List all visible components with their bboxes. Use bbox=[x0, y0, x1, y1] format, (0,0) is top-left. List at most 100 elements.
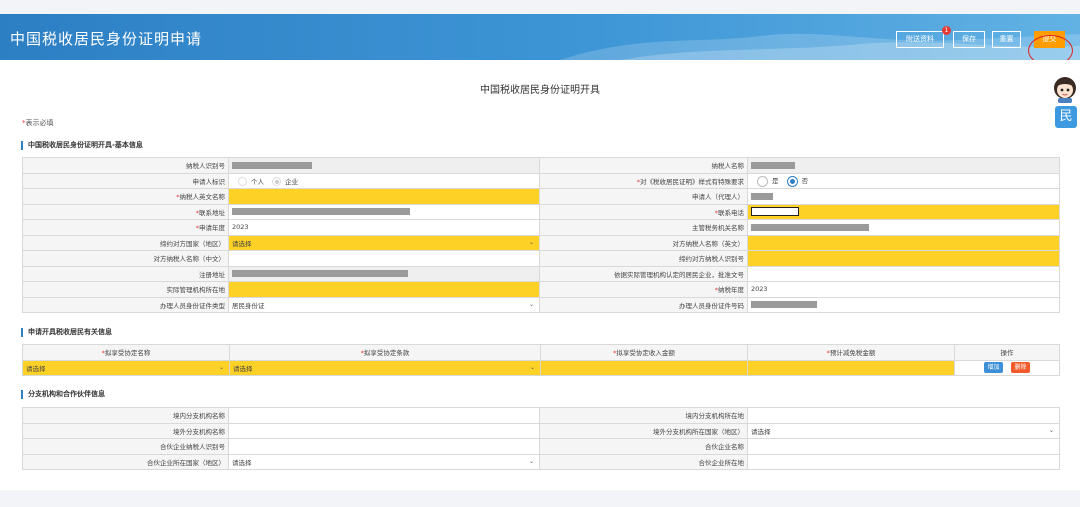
reduction-input[interactable] bbox=[747, 359, 955, 376]
table-row: *申请年度 2023 主管税务机关名称 bbox=[22, 219, 1060, 236]
reg-address-label: 注册地址 bbox=[22, 265, 229, 282]
counterpart-name-en-label: 对方纳税人名称（英文） bbox=[539, 234, 748, 251]
phone-label: *联系电话 bbox=[539, 203, 748, 220]
table-row: *联系地址 *联系电话 bbox=[22, 203, 1060, 220]
table-row: 申请人标识 个人 企业 *对《税收居民证明》样式有特殊要求 是 否 bbox=[22, 172, 1060, 189]
table-row: 请选择 ⌄ 请选择 ⌄ 增加 删除 bbox=[22, 359, 1060, 376]
table-row: 对方纳税人名称（中文） 缔约对方纳税人识别号 bbox=[22, 250, 1060, 267]
clause-select[interactable]: 请选择 ⌄ bbox=[229, 359, 541, 376]
col-header-treaty: *拟享受协定名称 bbox=[22, 344, 230, 361]
counterpart-name-cn-input[interactable] bbox=[228, 250, 540, 267]
address-input[interactable] bbox=[228, 203, 540, 220]
chevron-down-icon: ⌄ bbox=[1048, 426, 1054, 434]
domestic-branch-location-input[interactable] bbox=[747, 407, 1060, 424]
attach-materials-button[interactable]: 附送资料 bbox=[896, 31, 944, 48]
partnership-name-input[interactable] bbox=[747, 438, 1060, 455]
form-content: 中国税收居民身份证明开具 *表示必填 中国税收居民身份证明开具-基本信息 纳税人… bbox=[0, 60, 1080, 490]
section-resident-info-title: 申请开具税收居民有关信息 bbox=[21, 328, 112, 337]
radio-company[interactable] bbox=[272, 177, 282, 186]
radio-person[interactable] bbox=[238, 177, 247, 186]
apply-year-value[interactable]: 2023 bbox=[228, 219, 540, 236]
redacted-value bbox=[751, 192, 773, 200]
section-basic-info-title: 中国税收居民身份证明开具-基本信息 bbox=[21, 141, 143, 150]
partnership-taxid-input[interactable] bbox=[228, 438, 540, 455]
foreign-branch-name-input[interactable] bbox=[228, 422, 540, 439]
address-label: *联系地址 bbox=[22, 203, 229, 220]
app-header: 中国税收居民身份证明申请 附送资料 1 保存 重置 提交 bbox=[0, 14, 1080, 60]
redacted-value bbox=[232, 161, 312, 169]
col-header-clause: *拟享受协定条款 bbox=[229, 344, 541, 361]
apply-year-label: *申请年度 bbox=[22, 219, 229, 236]
income-input[interactable] bbox=[540, 359, 748, 376]
chevron-down-icon: ⌄ bbox=[528, 238, 534, 246]
redacted-value bbox=[751, 223, 869, 231]
col-header-actions: 操作 bbox=[954, 344, 1060, 361]
chevron-down-icon: ⌄ bbox=[529, 363, 535, 371]
counterpart-taxid-input[interactable] bbox=[747, 250, 1060, 267]
table-row: 合伙企业纳税人识别号 合伙企业名称 bbox=[22, 438, 1060, 455]
redacted-value bbox=[751, 161, 795, 169]
applicant-type-label: 申请人标识 bbox=[22, 172, 229, 189]
col-header-income: *拟享受协定收入金额 bbox=[540, 344, 748, 361]
taxpayer-id-value bbox=[228, 157, 540, 174]
special-format-label: *对《税收居民证明》样式有特殊要求 bbox=[539, 172, 748, 189]
tax-year-value[interactable]: 2023 bbox=[747, 281, 1060, 298]
row-actions: 增加 删除 bbox=[954, 359, 1060, 376]
table-row: 境外分支机构名称 境外分支机构所在国家（地区） 请选择 ⌄ bbox=[22, 422, 1060, 439]
mgmt-location-label: 实际管理机构所在地 bbox=[22, 281, 229, 298]
reset-button[interactable]: 重置 bbox=[992, 31, 1021, 48]
table-row: 注册地址 依据实际管理机构认定的居民企业，批准文号 bbox=[22, 265, 1060, 282]
table-row: 办理人员身份证件类型 居民身份证 ⌄ 办理人员身份证件号码 bbox=[22, 296, 1060, 313]
partnership-name-label: 合伙企业名称 bbox=[539, 438, 748, 455]
tax-authority-label: 主管税务机关名称 bbox=[539, 219, 748, 236]
id-type-select[interactable]: 居民身份证 ⌄ bbox=[228, 296, 540, 313]
english-name-input[interactable] bbox=[228, 188, 540, 205]
foreign-branch-name-label: 境外分支机构名称 bbox=[22, 422, 229, 439]
mgmt-location-input[interactable] bbox=[228, 281, 540, 298]
treaty-country-label: 缔约对方国家（地区） bbox=[22, 234, 229, 251]
approval-number-input[interactable] bbox=[747, 265, 1060, 282]
treaty-country-select[interactable]: 请选择 ⌄ bbox=[228, 234, 540, 251]
reg-address-value bbox=[228, 265, 540, 282]
taxpayer-name-label: 纳税人名称 bbox=[539, 157, 748, 174]
taxpayer-name-value bbox=[747, 157, 1060, 174]
domestic-branch-name-label: 境内分支机构名称 bbox=[22, 407, 229, 424]
counterpart-name-en-input[interactable] bbox=[747, 234, 1060, 251]
foreign-branch-country-select[interactable]: 请选择 ⌄ bbox=[747, 422, 1060, 439]
table-row: 境内分支机构名称 境内分支机构所在地 bbox=[22, 407, 1060, 424]
radio-no[interactable] bbox=[786, 175, 798, 187]
partnership-location-label: 合伙企业所在地 bbox=[539, 453, 748, 470]
counterpart-taxid-label: 缔约对方纳税人识别号 bbox=[539, 250, 748, 267]
col-header-reduction: *预计减免税金额 bbox=[747, 344, 955, 361]
assistant-avatar-icon[interactable] bbox=[1052, 75, 1078, 103]
attach-count-badge: 1 bbox=[942, 26, 951, 35]
chevron-down-icon: ⌄ bbox=[528, 457, 534, 465]
tax-year-label: *纳税年度 bbox=[539, 281, 748, 298]
table-row: 实际管理机构所在地 *纳税年度 2023 bbox=[22, 281, 1060, 298]
redacted-value bbox=[232, 270, 408, 278]
treaty-select[interactable]: 请选择 ⌄ bbox=[22, 359, 230, 376]
radio-yes[interactable] bbox=[757, 175, 768, 187]
basic-info-table: 纳税人识别号 纳税人名称 申请人标识 个人 企业 *对《税收居民证明》样式有特殊… bbox=[22, 157, 1060, 313]
domestic-branch-name-input[interactable] bbox=[228, 407, 540, 424]
table-header-row: *拟享受协定名称 *拟享受协定条款 *拟享受协定收入金额 *预计减免税金额 操作 bbox=[22, 344, 1060, 361]
delete-row-button[interactable]: 删除 bbox=[1011, 362, 1030, 374]
partnership-taxid-label: 合伙企业纳税人识别号 bbox=[22, 438, 229, 455]
branch-info-table: 境内分支机构名称 境内分支机构所在地 境外分支机构名称 境外分支机构所在国家（地… bbox=[22, 407, 1060, 470]
document-title: 中国税收居民身份证明开具 bbox=[480, 85, 600, 96]
phone-input-box[interactable] bbox=[751, 207, 799, 217]
required-note: *表示必填 bbox=[22, 119, 54, 127]
partnership-location-input[interactable] bbox=[747, 453, 1060, 470]
side-service-button[interactable]: 民 bbox=[1055, 106, 1077, 128]
partnership-country-select[interactable]: 请选择 ⌄ bbox=[228, 453, 540, 470]
tax-authority-value bbox=[747, 219, 1060, 236]
save-button[interactable]: 保存 bbox=[953, 31, 985, 48]
redacted-value bbox=[751, 301, 817, 309]
id-type-label: 办理人员身份证件类型 bbox=[22, 296, 229, 313]
add-row-button[interactable]: 增加 bbox=[984, 362, 1003, 374]
section-branch-info-title: 分支机构和合作伙伴信息 bbox=[21, 390, 105, 399]
phone-input[interactable] bbox=[747, 203, 1060, 220]
domestic-branch-location-label: 境内分支机构所在地 bbox=[539, 407, 748, 424]
app-title: 中国税收居民身份证明申请 bbox=[10, 30, 203, 48]
treaty-table: *拟享受协定名称 *拟享受协定条款 *拟享受协定收入金额 *预计减免税金额 操作… bbox=[22, 344, 1060, 376]
